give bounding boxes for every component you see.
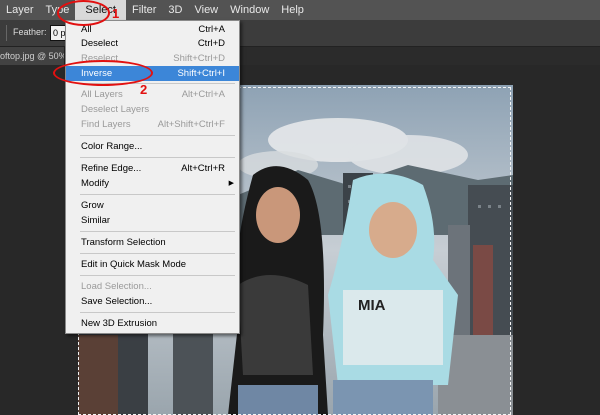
menu-separator [80,135,235,136]
document-tab[interactable]: oftop.jpg @ 50% [0,47,65,65]
menu-item-label: Load Selection... [81,281,152,292]
menu-item-transform-selection[interactable]: Transform Selection [66,235,239,250]
menu-item-deselect-layers: Deselect Layers [66,102,239,117]
menu-item-shortcut: Alt+Ctrl+R [181,163,225,174]
menu-item-refine-edge[interactable]: Refine Edge... Alt+Ctrl+R [66,161,239,176]
menu-item-all-layers: All Layers Alt+Ctrl+A [66,87,239,102]
menu-item-label: All Layers [81,89,123,100]
menu-item-all[interactable]: All Ctrl+A [66,22,239,37]
menu-item-label: Similar [81,215,111,226]
menu-separator [80,275,235,276]
menu-item-shortcut: Shift+Ctrl+D [173,53,225,64]
menu-item-label: Transform Selection [81,237,166,248]
annotation-number-2: 2 [140,82,148,97]
menu-separator [80,83,235,84]
menu-item-shortcut: Alt+Ctrl+A [181,89,225,100]
submenu-arrow-icon: ▶ [228,180,234,187]
menu-item-label: Color Range... [81,141,143,152]
menu-item-modify[interactable]: Modify ▶ [66,176,239,191]
menu-separator [80,194,235,195]
menu-item-shortcut: Ctrl+A [198,24,225,35]
annotation-number-1: 1 [112,6,120,21]
menu-item-shortcut: Ctrl+D [197,38,225,49]
feather-label: Feather: [13,27,47,37]
menu-item-label: Inverse [81,68,113,79]
menu-item-label: New 3D Extrusion [81,318,158,329]
menu-item-label: Edit in Quick Mask Mode [81,259,187,270]
menu-item-new-3d-extrusion[interactable]: New 3D Extrusion [66,316,239,331]
menu-separator [80,253,235,254]
select-menu-dropdown: All Ctrl+A Deselect Ctrl+D Reselect Shif… [65,20,240,334]
menu-item-shortcut: Shift+Ctrl+I [177,68,225,79]
menu-item-find-layers: Find Layers Alt+Shift+Ctrl+F [66,117,239,132]
menu-view[interactable]: View [188,0,224,20]
menu-item-inverse[interactable]: Inverse Shift+Ctrl+I [66,66,239,81]
menu-3d[interactable]: 3D [162,0,188,20]
menu-item-label: Refine Edge... [81,163,142,174]
menu-item-label: Find Layers [81,119,131,130]
menu-separator [80,157,235,158]
menu-item-label: Save Selection... [81,296,153,307]
menu-item-quick-mask[interactable]: Edit in Quick Mask Mode [66,257,239,272]
menu-item-reselect: Reselect Shift+Ctrl+D [66,51,239,66]
menu-item-label: Modify [81,178,109,189]
menu-layer[interactable]: Layer [0,0,40,20]
menu-item-label: Deselect [81,38,118,49]
menu-item-save-selection[interactable]: Save Selection... [66,294,239,309]
menu-separator [80,312,235,313]
menu-item-grow[interactable]: Grow [66,198,239,213]
menu-item-label: Deselect Layers [81,104,150,115]
menu-item-label: Grow [81,200,104,211]
shirt-print: MIA [358,297,386,314]
menu-separator [80,231,235,232]
menu-item-load-selection: Load Selection... [66,279,239,294]
menu-bar: Layer Type Select Filter 3D View Window … [0,0,600,20]
menu-item-shortcut: Alt+Shift+Ctrl+F [157,119,225,130]
menu-item-label: Reselect [81,53,118,64]
menu-window[interactable]: Window [224,0,275,20]
options-separator [6,25,7,41]
menu-help[interactable]: Help [275,0,310,20]
menu-item-color-range[interactable]: Color Range... [66,139,239,154]
menu-type[interactable]: Type [40,0,76,20]
menu-item-deselect[interactable]: Deselect Ctrl+D [66,36,239,51]
menu-item-label: All [81,24,92,35]
menu-item-similar[interactable]: Similar [66,213,239,228]
menu-filter[interactable]: Filter [126,0,162,20]
